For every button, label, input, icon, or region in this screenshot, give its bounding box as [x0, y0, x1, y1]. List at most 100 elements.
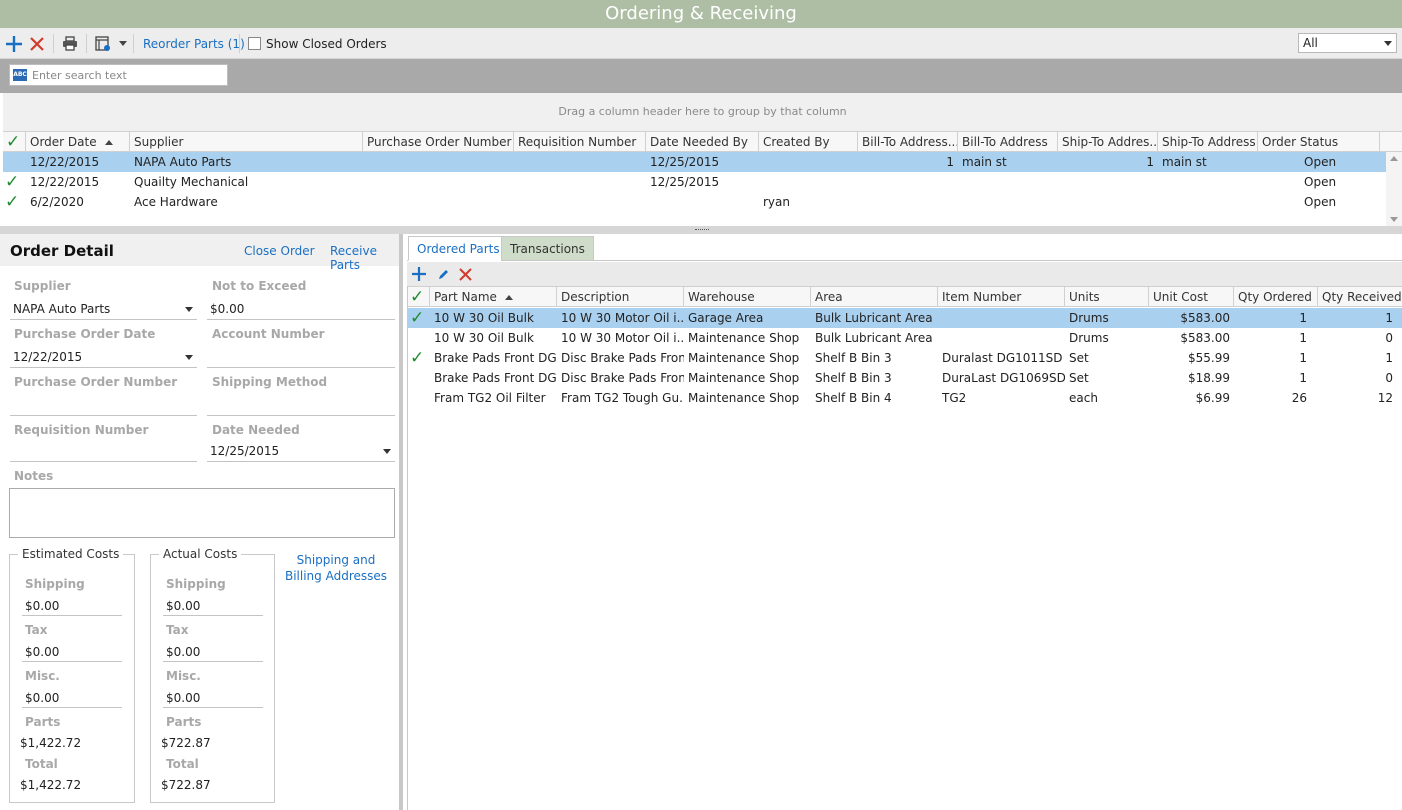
print-button[interactable] [62, 28, 78, 59]
received-check-header[interactable]: ✓ [408, 287, 430, 307]
part-name-cell: 10 W 30 Oil Bulk [434, 331, 534, 345]
layout-menu-button[interactable] [95, 28, 127, 59]
column-header-ship-to-address[interactable]: Ship-To Address [1158, 132, 1258, 152]
table-row[interactable]: 10 W 30 Oil Bulk 10 W 30 Motor Oil i... … [408, 328, 1402, 348]
column-header-requisition-number[interactable]: Requisition Number [514, 132, 646, 152]
column-header-po-number[interactable]: Purchase Order Number [363, 132, 514, 152]
column-header-qty-received[interactable]: Qty Received [1318, 287, 1402, 307]
column-header-warehouse[interactable]: Warehouse [684, 287, 811, 307]
date-needed-label: Date Needed [212, 423, 300, 437]
close-order-link[interactable]: Close Order [244, 244, 315, 258]
date-needed-picker[interactable]: 12/25/2015 [207, 440, 395, 462]
reorder-parts-link[interactable]: Reorder Parts (1) [143, 28, 245, 59]
column-header-units[interactable]: Units [1065, 287, 1149, 307]
order-status-cell: Open [1304, 155, 1337, 169]
act-total-label: Total [166, 757, 199, 771]
column-header-ship-to-number[interactable]: Ship-To Addres... [1058, 132, 1158, 152]
po-number-field[interactable] [10, 394, 197, 416]
column-header-created-by[interactable]: Created By [759, 132, 858, 152]
notes-textarea[interactable] [9, 488, 395, 538]
table-row[interactable]: 12/22/2015 NAPA Auto Parts 12/25/2015 1 … [3, 152, 1386, 172]
delete-order-button[interactable] [30, 28, 44, 59]
column-header-item-number[interactable]: Item Number [938, 287, 1065, 307]
part-name-cell: Brake Pads Front DG... [434, 351, 557, 365]
table-row[interactable]: ✓ 10 W 30 Oil Bulk 10 W 30 Motor Oil i..… [408, 308, 1402, 328]
received-check-icon: ✓ [5, 192, 20, 212]
table-row[interactable]: ✓ Brake Pads Front DG... Disc Brake Pads… [408, 348, 1402, 368]
table-row[interactable]: Brake Pads Front DG... Disc Brake Pads F… [408, 368, 1402, 388]
description-cell: 10 W 30 Motor Oil i... [561, 311, 684, 325]
table-row[interactable]: ✓ 12/22/2015 Quailty Mechanical 12/25/20… [3, 172, 1386, 192]
est-misc-field[interactable]: $0.00 [22, 688, 122, 708]
item-number-cell: TG2 [942, 391, 967, 405]
order-date-cell: 12/22/2015 [30, 155, 100, 169]
est-shipping-field[interactable]: $0.00 [22, 596, 122, 616]
orders-vertical-scrollbar[interactable] [1386, 152, 1402, 226]
sort-ascending-icon [104, 140, 113, 145]
qty-received-cell: 1 [1385, 351, 1393, 365]
search-box[interactable]: ABC [9, 64, 228, 86]
column-header-order-status[interactable]: Order Status [1258, 132, 1380, 152]
act-misc-field[interactable]: $0.00 [163, 688, 263, 708]
warehouse-cell: Maintenance Shop [688, 351, 800, 365]
act-shipping-field[interactable]: $0.00 [163, 596, 263, 616]
add-part-button[interactable] [411, 262, 427, 286]
item-number-cell [938, 328, 1065, 348]
parts-panel: Ordered Parts Transactions ✓ Part Name D… [407, 234, 1402, 810]
column-header-date-needed-by[interactable]: Date Needed By [646, 132, 759, 152]
show-closed-orders-checkbox[interactable] [248, 37, 261, 50]
column-header-bill-to-number[interactable]: Bill-To Address... [858, 132, 958, 152]
table-row[interactable]: ✓ 6/2/2020 Ace Hardware ryan Open [3, 192, 1386, 212]
table-row[interactable]: Fram TG2 Oil Filter Fram TG2 Tough Gu...… [408, 388, 1402, 408]
delete-part-button[interactable] [459, 262, 472, 286]
shipping-method-field[interactable] [207, 394, 395, 416]
column-header-area[interactable]: Area [811, 287, 938, 307]
po-date-label: Purchase Order Date [14, 327, 156, 341]
order-detail-header: Order Detail Close Order Receive Parts [0, 234, 399, 272]
est-parts-label: Parts [25, 715, 61, 729]
warehouse-cell: Maintenance Shop [688, 331, 800, 345]
po-number-label: Purchase Order Number [14, 375, 178, 389]
add-order-button[interactable] [5, 28, 23, 59]
group-by-area[interactable]: Drag a column header here to group by th… [3, 93, 1402, 131]
shipping-billing-addresses-link[interactable]: Shipping and Billing Addresses [280, 552, 392, 584]
bill-to-number-cell: 1 [946, 155, 954, 169]
tab-ordered-parts[interactable]: Ordered Parts [408, 236, 509, 261]
qty-ordered-cell: 1 [1299, 331, 1307, 345]
received-check-icon: ✓ [5, 172, 20, 192]
supplier-dropdown[interactable]: NAPA Auto Parts [10, 298, 197, 320]
show-closed-orders-toggle[interactable]: Show Closed Orders [248, 28, 387, 59]
column-header-qty-ordered[interactable]: Qty Ordered [1234, 287, 1318, 307]
column-header-bill-to-address[interactable]: Bill-To Address [958, 132, 1058, 152]
receive-parts-link[interactable]: Receive Parts [330, 244, 399, 272]
description-cell: Disc Brake Pads Fron... [561, 351, 684, 365]
column-header-order-date[interactable]: Order Date [26, 132, 130, 152]
est-parts-value: $1,422.72 [20, 736, 82, 750]
actual-costs-group: Actual Costs Shipping $0.00 Tax $0.00 Mi… [150, 547, 275, 803]
po-date-picker[interactable]: 12/22/2015 [10, 346, 197, 368]
account-number-field[interactable] [207, 346, 395, 368]
column-header-supplier[interactable]: Supplier [130, 132, 363, 152]
column-header-part-name[interactable]: Part Name [430, 287, 557, 307]
act-tax-field[interactable]: $0.00 [163, 642, 263, 662]
column-header-description[interactable]: Description [557, 287, 684, 307]
est-tax-field[interactable]: $0.00 [22, 642, 122, 662]
column-header-unit-cost[interactable]: Unit Cost [1149, 287, 1234, 307]
scroll-down-arrow-icon[interactable] [1390, 217, 1398, 222]
requisition-number-field[interactable] [10, 440, 197, 462]
select-all-check-header[interactable]: ✓ [3, 132, 26, 152]
scroll-up-arrow-icon[interactable] [1390, 156, 1398, 161]
not-to-exceed-field[interactable]: $0.00 [207, 298, 395, 320]
horizontal-splitter[interactable] [0, 226, 1402, 234]
area-cell: Shelf B Bin 3 [815, 351, 892, 365]
part-name-cell: Brake Pads Front DG... [434, 371, 557, 385]
chevron-down-icon [119, 41, 127, 46]
units-cell: Set [1069, 351, 1089, 365]
status-filter-select[interactable]: All [1298, 33, 1397, 53]
po-date-value: 12/22/2015 [13, 350, 83, 364]
account-number-label: Account Number [212, 327, 325, 341]
search-input[interactable] [32, 67, 222, 83]
edit-part-button[interactable] [437, 262, 450, 286]
description-cell: 10 W 30 Motor Oil i... [561, 331, 684, 345]
tab-transactions[interactable]: Transactions [501, 236, 594, 261]
